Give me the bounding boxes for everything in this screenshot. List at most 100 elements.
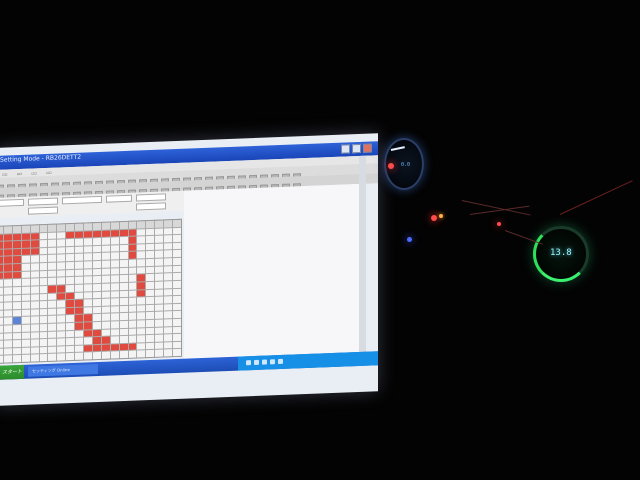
map-cell[interactable] [21, 316, 30, 324]
map-cell[interactable] [48, 255, 57, 262]
map-cell[interactable] [155, 258, 164, 266]
map-cell[interactable] [3, 279, 12, 287]
map-cell[interactable] [101, 245, 110, 253]
map-cell[interactable] [137, 350, 146, 358]
map-cell[interactable] [39, 293, 48, 301]
map-cell[interactable] [119, 313, 128, 321]
map-cell[interactable] [66, 269, 75, 277]
map-cell[interactable] [101, 237, 110, 245]
map-cell[interactable] [12, 233, 21, 241]
map-cell[interactable] [3, 332, 12, 340]
map-cell[interactable] [173, 219, 181, 227]
map-cell[interactable] [146, 334, 155, 342]
map-cell[interactable] [39, 232, 48, 240]
map-cell[interactable] [92, 283, 101, 291]
map-cell[interactable] [137, 342, 146, 350]
map-cell[interactable] [164, 242, 173, 250]
map-cell[interactable] [146, 281, 155, 289]
map-cell[interactable] [21, 263, 30, 271]
map-cell[interactable] [48, 315, 57, 323]
map-cell[interactable] [3, 226, 12, 234]
map-cell[interactable] [155, 281, 164, 289]
map-cell[interactable] [84, 345, 92, 352]
map-cell[interactable] [84, 238, 92, 246]
map-cell[interactable] [155, 235, 164, 243]
map-cell[interactable] [137, 274, 146, 282]
map-cell[interactable] [146, 258, 155, 266]
map-cell[interactable] [101, 298, 110, 306]
map-cell[interactable] [12, 264, 21, 271]
map-cell[interactable] [92, 299, 101, 306]
map-cell[interactable] [39, 308, 48, 316]
map-cell[interactable] [57, 224, 66, 232]
map-cell[interactable] [57, 353, 66, 361]
map-cell[interactable] [39, 224, 48, 232]
map-cell[interactable] [119, 244, 128, 252]
map-cell[interactable] [110, 275, 119, 283]
minimize-button[interactable] [341, 144, 350, 154]
map-cell[interactable] [164, 303, 173, 311]
map-cell[interactable] [3, 325, 12, 333]
map-cell[interactable] [75, 299, 84, 307]
map-cell[interactable] [92, 344, 101, 352]
map-cell[interactable] [0, 325, 3, 333]
map-cell[interactable] [137, 312, 146, 320]
map-cell[interactable] [30, 248, 39, 256]
map-cell[interactable] [164, 296, 173, 304]
map-cell[interactable] [0, 257, 3, 265]
map-cell[interactable] [48, 323, 57, 331]
map-cell[interactable] [128, 320, 137, 328]
map-cell[interactable] [128, 274, 137, 282]
tray-icon[interactable] [254, 359, 259, 366]
map-cell[interactable] [21, 286, 30, 294]
map-cell[interactable] [75, 292, 84, 299]
map-cell[interactable] [119, 336, 128, 343]
map-cell[interactable] [57, 231, 66, 239]
map-cell[interactable] [48, 300, 57, 308]
map-cell[interactable] [164, 349, 173, 357]
map-cell[interactable] [173, 280, 181, 288]
map-cell[interactable] [12, 302, 21, 309]
map-cell[interactable] [84, 223, 92, 231]
map-cell[interactable] [21, 294, 30, 302]
map-cell[interactable] [84, 322, 92, 330]
fuel-map-table[interactable] [0, 218, 182, 364]
map-cell[interactable] [39, 316, 48, 324]
map-cell[interactable] [39, 301, 48, 308]
map-cell[interactable] [84, 314, 92, 322]
map-cell[interactable] [119, 320, 128, 328]
map-cell[interactable] [57, 300, 66, 308]
map-cell[interactable] [39, 278, 48, 286]
map-cell[interactable] [39, 354, 48, 362]
map-cell[interactable] [30, 316, 39, 324]
map-cell[interactable] [21, 278, 30, 286]
map-cell[interactable] [173, 303, 181, 311]
map-cell[interactable] [155, 273, 164, 281]
map-cell[interactable] [110, 260, 119, 268]
map-cell[interactable] [101, 230, 110, 238]
map-cell[interactable] [84, 337, 92, 345]
map-cell[interactable] [119, 328, 128, 336]
map-cell[interactable] [110, 290, 119, 298]
map-cell[interactable] [119, 305, 128, 313]
menu-item[interactable]: ▫▫ [46, 170, 51, 175]
map-cell[interactable] [57, 262, 66, 270]
map-cell[interactable] [3, 287, 12, 295]
map-cell[interactable] [92, 222, 101, 230]
menu-item[interactable]: ▫▫ [2, 171, 7, 176]
map-cell[interactable] [119, 229, 128, 237]
map-cell[interactable] [119, 343, 128, 351]
map-cell[interactable] [128, 350, 137, 358]
map-cell[interactable] [84, 329, 92, 337]
map-cell[interactable] [155, 319, 164, 327]
map-cell[interactable] [173, 250, 181, 258]
map-cell[interactable] [75, 246, 84, 254]
map-cell[interactable] [3, 256, 12, 264]
map-cell[interactable] [75, 322, 84, 330]
map-cell[interactable] [39, 285, 48, 293]
map-cell[interactable] [119, 275, 128, 283]
map-cell[interactable] [75, 345, 84, 353]
map-cell[interactable] [128, 290, 137, 297]
map-cell[interactable] [0, 272, 3, 280]
map-cell[interactable] [128, 328, 137, 335]
